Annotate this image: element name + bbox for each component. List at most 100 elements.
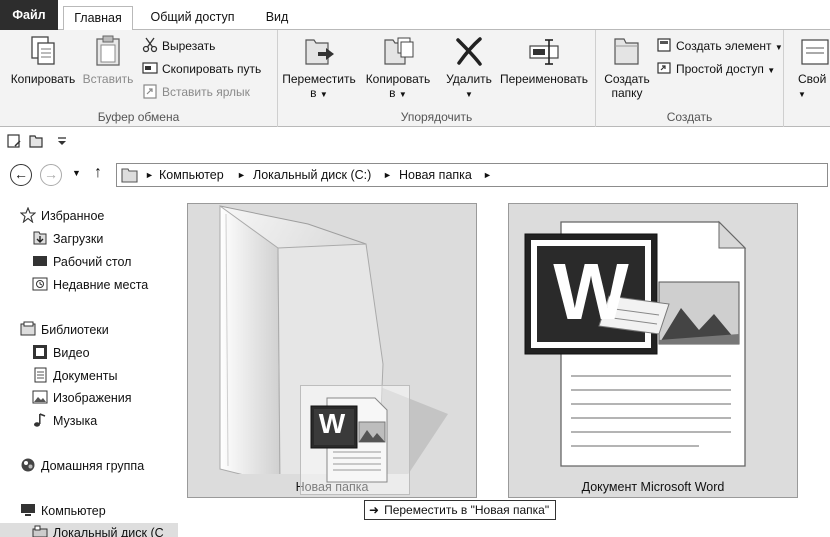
clipboard-group: Копировать Вставить Вырезать Скопировать… (0, 30, 278, 127)
back-button[interactable]: ← (10, 164, 32, 186)
move-to-label: Переместить (282, 72, 356, 86)
rename-label: Переименовать (500, 72, 588, 86)
arrow-up-icon: ↑ (94, 164, 102, 181)
breadcrumb-local-disk[interactable]: Локальный диск (C:) (253, 164, 371, 186)
new-group: Создать папку Создать элемент ▼ Простой … (596, 30, 784, 127)
nav-computer-label: Компьютер (41, 504, 106, 518)
copy-icon (31, 36, 55, 65)
tab-share[interactable]: Общий доступ (140, 6, 245, 30)
drag-tooltip-text: Переместить в "Новая папка" (384, 503, 550, 517)
nav-desktop[interactable]: Рабочий стол (32, 252, 131, 272)
properties-quick-icon[interactable] (6, 133, 22, 149)
breadcrumb-computer[interactable]: Компьютер (159, 164, 224, 186)
nav-homegroup-label: Домашняя группа (41, 459, 145, 473)
nav-local-disk-label: Локальный диск (C (53, 526, 164, 537)
navigation-pane: Избранное Загрузки Рабочий стол Недавние… (0, 192, 180, 537)
new-folder-button[interactable]: Создать папку (602, 34, 652, 100)
paste-button[interactable]: Вставить (80, 34, 136, 86)
open-group: Свой ▼ (784, 30, 830, 127)
paste-label: Вставить (82, 72, 134, 86)
clipboard-paste-icon (96, 35, 120, 66)
nav-local-disk[interactable]: Локальный диск (C (0, 523, 178, 537)
new-folder-icon (614, 38, 639, 65)
paste-shortcut-icon (143, 84, 157, 99)
delete-x-icon (456, 37, 482, 66)
properties-icon (801, 39, 829, 65)
documents-icon (34, 367, 47, 383)
nav-homegroup[interactable]: Домашняя группа (20, 456, 144, 476)
recent-places-icon (32, 277, 48, 291)
downloads-icon (33, 231, 47, 245)
new-item-button[interactable]: Создать элемент ▼ (656, 36, 783, 56)
libraries-icon (20, 321, 36, 336)
paste-shortcut-button[interactable]: Вставить ярлык (142, 82, 250, 102)
nav-recent-label: Недавние места (53, 278, 149, 292)
address-bar[interactable]: ► Компьютер ► Локальный диск (C:) ► Нова… (116, 163, 828, 187)
easy-access-icon (657, 62, 671, 74)
nav-downloads[interactable]: Загрузки (32, 229, 103, 249)
breadcrumb-new-folder[interactable]: Новая папка (399, 164, 472, 186)
chevron-down-icon: ▼ (72, 168, 81, 178)
ribbon: Копировать Вставить Вырезать Скопировать… (0, 30, 830, 127)
copy-to-label-2: в (389, 86, 396, 100)
drag-tooltip: ➜ Переместить в "Новая папка" (364, 500, 557, 520)
chevron-right-icon: ► (237, 170, 246, 180)
copy-to-button[interactable]: Копировать в ▼ (360, 34, 436, 102)
computer-icon (21, 504, 35, 516)
star-icon (20, 207, 36, 223)
nav-downloads-label: Загрузки (53, 232, 104, 246)
scissors-icon (142, 37, 158, 53)
nav-computer[interactable]: Компьютер (20, 501, 106, 521)
clipboard-group-label: Буфер обмена (97, 110, 180, 124)
video-icon (33, 345, 47, 359)
rename-button[interactable]: Переименовать (496, 34, 592, 86)
copy-to-label: Копировать (365, 72, 431, 86)
word-document-item[interactable]: W Документ Microsoft Word (508, 203, 798, 498)
copy-to-folder-icon (384, 37, 414, 65)
navigation-bar: ← → ▼ ↑ ► Компьютер ► Локальный диск (C:… (0, 158, 830, 192)
nav-music-label: Музыка (53, 414, 98, 428)
chevron-right-icon: ► (483, 170, 492, 180)
nav-video-label: Видео (53, 346, 90, 360)
rename-icon (529, 39, 559, 65)
delete-label: Удалить (446, 72, 492, 86)
nav-favorites-label: Избранное (41, 209, 105, 223)
nav-libraries[interactable]: Библиотеки (20, 320, 109, 340)
recent-locations-dropdown[interactable]: ▼ (72, 168, 81, 178)
music-note-icon (34, 413, 46, 427)
copy-button[interactable]: Копировать (8, 34, 78, 86)
nav-desktop-label: Рабочий стол (53, 255, 132, 269)
properties-button[interactable]: Свой ▼ (798, 34, 830, 102)
move-to-label-2: в (310, 86, 317, 100)
forward-button[interactable]: → (40, 164, 62, 186)
nav-documents[interactable]: Документы (32, 366, 117, 386)
nav-favorites[interactable]: Избранное (20, 206, 104, 226)
new-folder-quick-icon[interactable] (28, 133, 44, 149)
word-document-icon (524, 220, 747, 467)
chevron-right-icon: ► (383, 170, 392, 180)
nav-video[interactable]: Видео (32, 343, 90, 363)
easy-access-button[interactable]: Простой доступ ▼ (656, 59, 775, 79)
copy-path-button[interactable]: Скопировать путь (142, 59, 261, 79)
new-item-label: Создать элемент (676, 39, 772, 53)
cut-button[interactable]: Вырезать (142, 36, 215, 56)
easy-access-label: Простой доступ (676, 62, 764, 76)
customize-dropdown-icon[interactable] (54, 133, 70, 149)
chevron-right-icon: ► (145, 170, 154, 180)
nav-pictures[interactable]: Изображения (32, 388, 132, 408)
nav-recent-places[interactable]: Недавние места (32, 275, 148, 295)
nav-music[interactable]: Музыка (32, 411, 97, 431)
move-to-button[interactable]: Переместить в ▼ (282, 34, 356, 102)
chevron-down-icon: ▼ (767, 66, 776, 75)
tab-home[interactable]: Главная (63, 6, 133, 31)
document-name: Документ Microsoft Word (581, 480, 725, 494)
word-w-letter: W (553, 247, 629, 336)
delete-button[interactable]: Удалить ▼ (442, 34, 496, 102)
tab-file[interactable]: Файл (0, 0, 58, 30)
arrow-right-icon: ➜ (369, 503, 380, 517)
paste-shortcut-label: Вставить ярлык (162, 85, 250, 99)
tab-view[interactable]: Вид (252, 6, 302, 30)
arrow-left-icon: ← (14, 166, 28, 182)
copy-label: Копировать (10, 72, 76, 86)
up-button[interactable]: ↑ (94, 164, 102, 182)
